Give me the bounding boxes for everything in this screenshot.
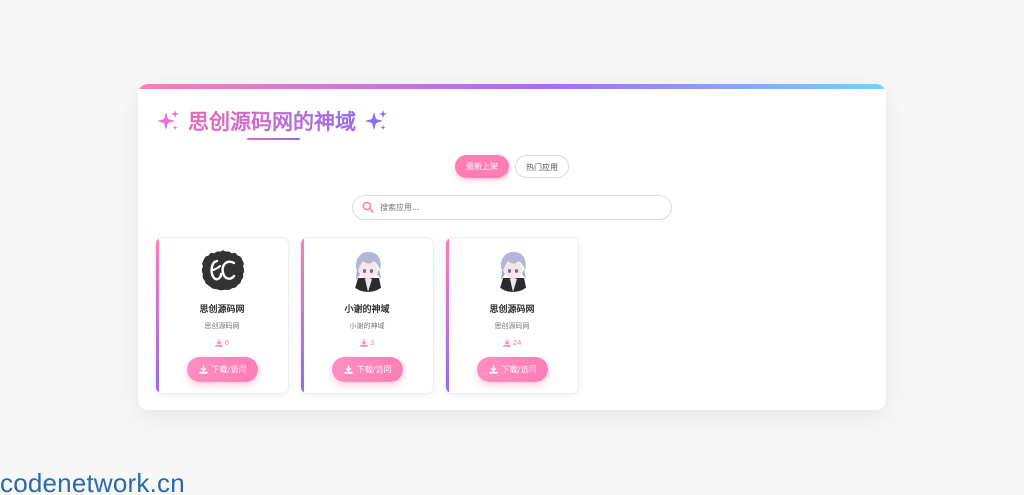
search-icon [362,201,374,213]
download-visit-label: 下载/访问 [501,365,537,374]
page-header: 思创源码网的神域 [156,108,388,134]
watermark-text: codenetwork.cn [0,468,185,495]
title-underline [247,138,300,140]
search-bar [352,195,672,220]
card-accent-bar [446,238,449,393]
download-visit-button[interactable]: 下载/访问 [332,357,403,382]
download-icon [199,365,208,374]
app-card: 小谢的神域 小谢的神域 3 下载/访问 [300,237,434,394]
app-description: 思创源码网 [204,322,240,330]
app-card: 思创源码网 思创源码网 24 下载/访问 [445,237,579,394]
download-visit-button[interactable]: 下载/访问 [477,357,548,382]
tab-popular[interactable]: 热门应用 [515,155,569,178]
sparkles-icon [365,110,387,130]
download-icon [502,339,511,347]
app-description: 小谢的神域 [349,322,385,330]
download-count: 3 [301,339,433,347]
tab-latest[interactable]: 最新上架 [455,155,509,178]
sparkles-icon [157,110,179,130]
search-input[interactable] [380,199,660,216]
app-panel: 思创源码网的神域 最新上架 热门应用 搜索应用... 思创源码网 思创源码网 6… [138,84,886,410]
download-count-value: 6 [224,339,230,347]
app-avatar[interactable] [346,248,390,292]
app-avatar[interactable] [491,248,535,292]
app-avatar[interactable] [201,248,245,292]
app-description: 思创源码网 [494,322,530,330]
card-accent-bar [301,238,304,393]
anime-character-icon [346,248,390,292]
download-icon [489,365,498,374]
download-icon [360,339,368,347]
app-name: 思创源码网 [489,305,535,315]
card-accent-bar [156,238,159,393]
anime-character-icon [491,248,535,292]
download-visit-label: 下载/访问 [356,365,392,374]
app-name: 思创源码网 [199,305,245,315]
sc-logo-icon [201,250,245,291]
download-icon [344,365,353,374]
page-title: 思创源码网的神域 [188,106,356,136]
download-visit-label: 下载/访问 [211,365,247,374]
download-icon [215,339,223,347]
download-count-value: 3 [369,339,375,347]
download-count-value: 24 [512,339,522,347]
app-card: 思创源码网 思创源码网 6 下载/访问 [155,237,289,394]
download-count: 6 [156,339,288,347]
download-count: 24 [446,339,578,347]
download-visit-button[interactable]: 下载/访问 [187,357,258,382]
gradient-top-bar [138,84,886,89]
app-name: 小谢的神域 [344,305,390,315]
